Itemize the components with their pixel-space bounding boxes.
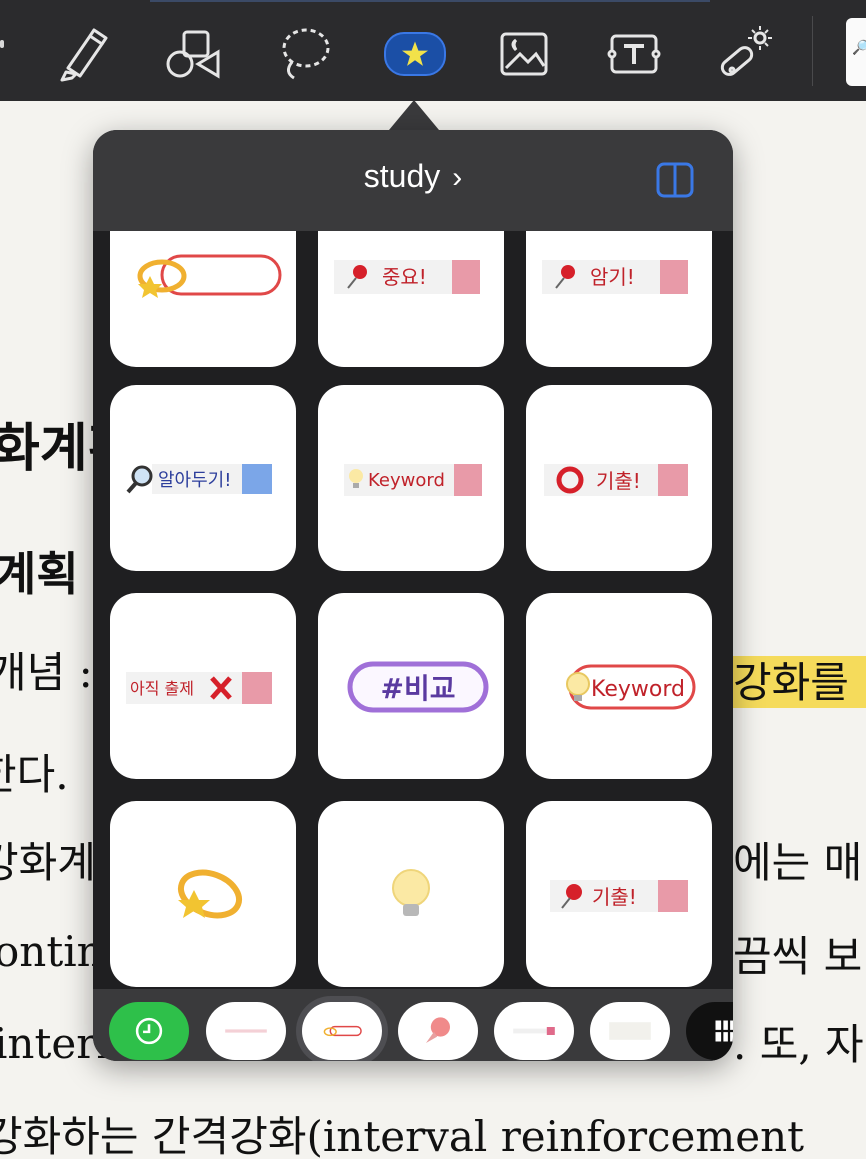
doc-text: 한다. bbox=[0, 750, 69, 799]
doc-heading: 계획 bbox=[0, 547, 79, 601]
grid-tab-thumbnail bbox=[715, 1020, 733, 1042]
toolbar-edge-mark bbox=[0, 40, 4, 48]
search-icon[interactable]: 🔎 bbox=[846, 18, 866, 86]
sticker-bulb-label[interactable]: Keyword bbox=[318, 385, 504, 571]
split-view-icon[interactable] bbox=[656, 162, 694, 198]
oval-tab-thumbnail bbox=[323, 1025, 362, 1037]
sticker-label-text: #비교 bbox=[381, 672, 456, 705]
doc-text: 강화계 bbox=[0, 838, 96, 887]
pushpin-tab[interactable] bbox=[398, 1002, 478, 1060]
sticker-label-text: 알아두기! bbox=[158, 470, 231, 491]
sticker-pin-label[interactable]: 기출! bbox=[526, 801, 712, 987]
lasso-icon[interactable] bbox=[272, 22, 336, 86]
sticker-label-text: 아직 출제 bbox=[130, 679, 194, 698]
sticker-comet-oval[interactable] bbox=[110, 231, 296, 367]
sticker-circle-label[interactable]: 기출! bbox=[526, 385, 712, 571]
note-tab-thumbnail bbox=[609, 1022, 651, 1040]
sticker-x-label[interactable]: 아직 출제 bbox=[110, 593, 296, 779]
doc-text: ontin bbox=[0, 927, 104, 976]
sticker-label-text: 기출! bbox=[596, 469, 641, 493]
sticker-label-text: 기출! bbox=[592, 885, 637, 909]
shapes-icon[interactable] bbox=[160, 22, 224, 86]
sticker-grid: 중요! 암기! 알아두기! Keyword 기출! 아직 출제 #비교 Keyw… bbox=[93, 231, 733, 989]
doc-text: 강화를 bbox=[733, 658, 849, 707]
recent-tab[interactable] bbox=[109, 1002, 189, 1060]
textbox-icon[interactable] bbox=[602, 22, 666, 86]
sticker-popover: study › 중요! 암기! 알아두기! Keyword 기출! 아직 출제 … bbox=[93, 130, 733, 1061]
clock-icon bbox=[135, 1017, 163, 1045]
sticker-collection-tabs bbox=[93, 989, 733, 1061]
popover-header: study › bbox=[93, 130, 733, 231]
sticker-bulb-oval[interactable]: Keyword bbox=[526, 593, 712, 779]
sticker-tool-active-pill bbox=[384, 32, 446, 76]
tape-tab[interactable] bbox=[494, 1002, 574, 1060]
ribbon-tab-thumbnail bbox=[225, 1029, 267, 1033]
doc-text: 에는 매 bbox=[733, 838, 863, 887]
top-toolbar: 🔎 bbox=[0, 0, 866, 101]
sticker-label-text: 중요! bbox=[382, 265, 427, 289]
image-icon[interactable] bbox=[492, 22, 556, 86]
toolbar-separator bbox=[812, 16, 813, 86]
sticker-comet[interactable] bbox=[110, 801, 296, 987]
ribbon-tab[interactable] bbox=[206, 1002, 286, 1060]
chevron-right-icon[interactable]: › bbox=[452, 161, 462, 194]
doc-text: 강화하는 간격강화(interval reinforcement bbox=[0, 1112, 805, 1159]
grid-tab[interactable] bbox=[686, 1002, 733, 1060]
doc-text: 끔씩 보 bbox=[733, 932, 863, 981]
sticker-icon[interactable] bbox=[383, 22, 447, 86]
oval-tab[interactable] bbox=[302, 1002, 382, 1060]
tape-tab-thumbnail bbox=[513, 1027, 555, 1035]
sticker-pin-label[interactable]: 암기! bbox=[526, 231, 712, 367]
comet-oval-art bbox=[137, 254, 282, 298]
collection-name[interactable]: study bbox=[364, 158, 440, 194]
sticker-collection-title[interactable]: study › bbox=[93, 158, 733, 195]
sticker-magnifier-label[interactable]: 알아두기! bbox=[110, 385, 296, 571]
toolbar-top-accent bbox=[150, 0, 710, 2]
highlighter-icon[interactable] bbox=[52, 22, 116, 86]
sticker-hash-oval[interactable]: #비교 bbox=[318, 593, 504, 779]
pushpin-icon bbox=[426, 1017, 450, 1043]
sticker-label-text: Keyword bbox=[591, 677, 685, 702]
sticker-label-text: Keyword bbox=[368, 470, 445, 491]
sticker-bulb[interactable] bbox=[318, 801, 504, 987]
sticker-label-text: 암기! bbox=[590, 265, 635, 289]
laser-pointer-icon[interactable] bbox=[712, 22, 776, 86]
popover-pointer bbox=[389, 100, 439, 130]
doc-text: . 또, 자 bbox=[733, 1020, 864, 1069]
doc-text: 개념 : bbox=[0, 648, 93, 697]
note-tab[interactable] bbox=[590, 1002, 670, 1060]
sticker-pin-label[interactable]: 중요! bbox=[318, 231, 504, 367]
